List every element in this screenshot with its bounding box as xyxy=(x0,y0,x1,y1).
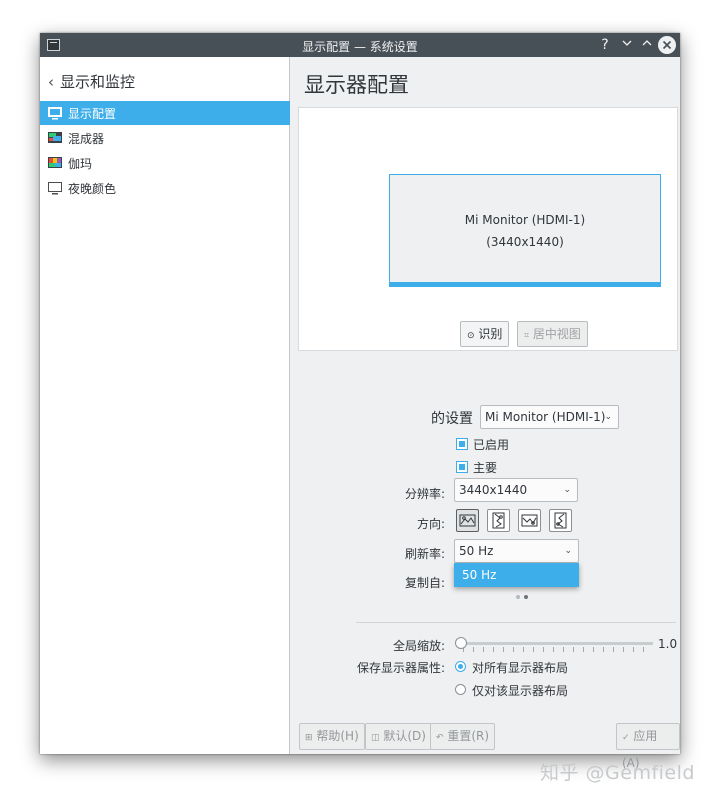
info-icon: ⊙ xyxy=(467,331,475,341)
orientation-portrait-left-button[interactable] xyxy=(487,509,510,532)
sidebar-item-display[interactable]: 显示配置 xyxy=(40,101,290,125)
save-all-layouts-label: 对所有显示器布局 xyxy=(472,661,569,675)
settings-window: 显示配置 — 系统设置 ? ‹ 显示和监控 显示配置 混成器 伽玛 夜晚颜色 显… xyxy=(40,33,680,770)
orientation-landscape-button[interactable] xyxy=(456,509,479,532)
chevron-down-icon: ⌄ xyxy=(563,485,571,495)
reset-button[interactable]: ↶ 重置(R) xyxy=(430,723,496,750)
back-label: 显示和监控 xyxy=(60,73,136,91)
inverted-icon xyxy=(521,514,538,527)
minimize-icon[interactable] xyxy=(618,36,636,54)
output-select[interactable]: Mi Monitor (HDMI-1) ⌄ xyxy=(480,405,619,429)
maximize-icon[interactable] xyxy=(638,36,656,54)
main-panel: 显示器配置 Mi Monitor (HDMI-1) (3440x1440) ⊙ … xyxy=(291,57,680,754)
sidebar-item-gamma[interactable]: 伽玛 xyxy=(40,151,290,175)
center-view-button[interactable]: ⌗ 居中视图 xyxy=(517,321,588,347)
chevron-down-icon: ⌄ xyxy=(604,412,612,422)
global-scale-slider-track[interactable] xyxy=(461,642,653,645)
defaults-icon: ◫ xyxy=(371,733,380,743)
output-settings-label: 的设置 xyxy=(431,411,473,427)
compositor-icon xyxy=(48,132,62,144)
refresh-rate-label: 刷新率: xyxy=(404,547,445,561)
primary-checkbox[interactable] xyxy=(456,461,468,473)
pager-dot-active[interactable] xyxy=(524,595,528,599)
orientation-label: 方向: xyxy=(416,517,445,531)
checkmark-icon: ✓ xyxy=(622,733,630,743)
resolution-label: 分辨率: xyxy=(404,487,445,501)
apply-button[interactable]: ✓ 应用(A) xyxy=(616,723,680,770)
sidebar-item-label: 伽玛 xyxy=(68,157,93,171)
monitor-preview-area: Mi Monitor (HDMI-1) (3440x1440) ⊙ 识别 ⌗ 居… xyxy=(298,107,678,351)
title-bar[interactable]: 显示配置 — 系统设置 ? xyxy=(40,33,680,57)
sidebar-item-compositor[interactable]: 混成器 xyxy=(40,126,290,150)
orientation-inverted-button[interactable] xyxy=(518,509,541,532)
watermark: 知乎 @Gemfield xyxy=(540,762,695,784)
defaults-button[interactable]: ◫ 默认(D) xyxy=(365,723,432,750)
global-scale-label: 全局缩放: xyxy=(392,639,445,653)
identify-button[interactable]: ⊙ 识别 xyxy=(460,321,510,347)
night-color-icon xyxy=(48,182,62,195)
chevron-down-icon: ⌄ xyxy=(564,546,572,556)
sidebar-item-night-color[interactable]: 夜晚颜色 xyxy=(40,176,290,200)
monitor-resolution: (3440x1440) xyxy=(486,235,564,249)
refresh-rate-option[interactable]: 50 Hz xyxy=(454,563,579,587)
orientation-portrait-right-button[interactable] xyxy=(549,509,572,532)
global-scale-value: 1.0 xyxy=(658,637,678,651)
monitor-icon xyxy=(48,107,62,120)
undo-icon: ↶ xyxy=(436,733,444,743)
sidebar-item-label: 显示配置 xyxy=(68,107,117,121)
close-icon[interactable] xyxy=(658,36,676,54)
center-view-icon: ⌗ xyxy=(524,331,530,341)
save-this-layout-radio[interactable] xyxy=(455,684,466,695)
refresh-rate-select[interactable]: 50 Hz ⌄ xyxy=(454,539,579,563)
portrait-left-icon xyxy=(492,512,505,529)
chevron-left-icon: ‹ xyxy=(48,73,54,91)
slider-ticks xyxy=(463,647,653,652)
gamma-icon xyxy=(48,157,62,169)
page-title: 显示器配置 xyxy=(304,73,409,97)
sidebar: ‹ 显示和监控 显示配置 混成器 伽玛 夜晚颜色 xyxy=(40,57,290,754)
save-this-layout-label: 仅对该显示器布局 xyxy=(472,684,569,698)
sidebar-item-label: 混成器 xyxy=(68,132,105,146)
save-properties-label: 保存显示器属性: xyxy=(356,661,445,675)
window-title: 显示配置 — 系统设置 xyxy=(302,40,418,54)
sidebar-item-label: 夜晚颜色 xyxy=(68,182,117,196)
landscape-icon xyxy=(459,514,476,527)
portrait-right-icon xyxy=(554,512,567,529)
pager-dot[interactable] xyxy=(516,595,520,599)
save-all-layouts-radio[interactable] xyxy=(455,661,466,672)
help-icon[interactable]: ? xyxy=(596,36,614,54)
back-link[interactable]: ‹ 显示和监控 xyxy=(48,71,135,92)
monitor-output-tile[interactable]: Mi Monitor (HDMI-1) (3440x1440) xyxy=(389,174,661,287)
monitor-name: Mi Monitor (HDMI-1) xyxy=(464,213,586,227)
separator xyxy=(356,622,676,623)
help-button[interactable]: ⊞ 帮助(H) xyxy=(299,723,365,750)
help-icon: ⊞ xyxy=(305,733,313,743)
replica-of-label: 复制自: xyxy=(404,576,445,590)
primary-label: 主要 xyxy=(473,461,498,475)
enabled-checkbox[interactable] xyxy=(456,438,468,450)
resolution-select[interactable]: 3440x1440 ⌄ xyxy=(454,478,578,502)
enabled-label: 已启用 xyxy=(473,438,510,452)
global-scale-slider-handle[interactable] xyxy=(455,637,467,649)
